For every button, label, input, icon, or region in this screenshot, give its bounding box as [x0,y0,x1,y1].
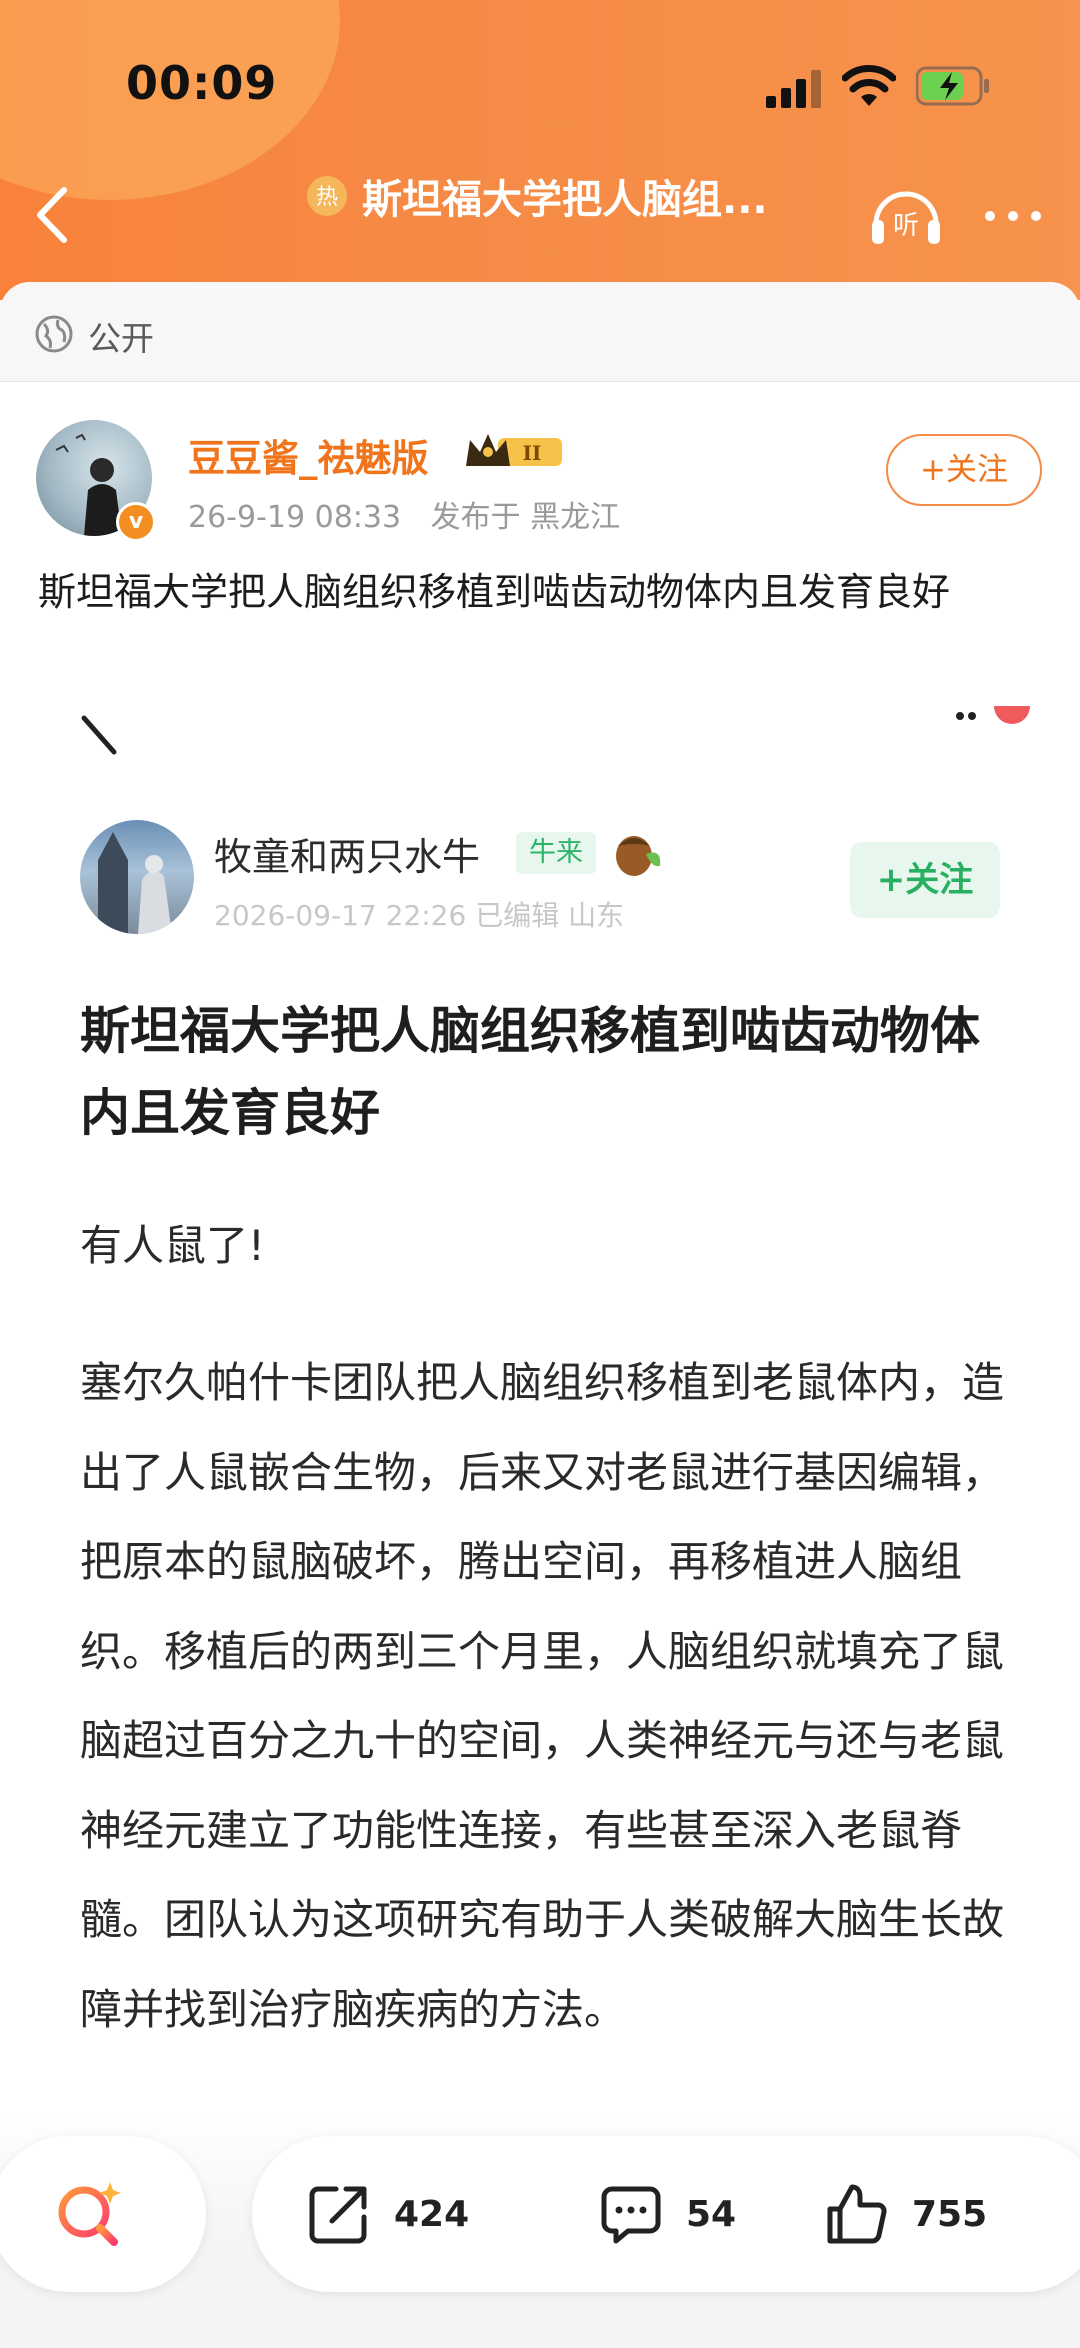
cropped-back-icon [81,715,117,755]
like-count: 755 [912,2193,988,2235]
cropped-menu-icon [956,706,1030,724]
share-button[interactable]: 424 [306,2136,469,2292]
search-button[interactable] [0,2136,206,2292]
embedded-author-name: 牧童和两只水牛 [214,835,481,879]
listen-headphone-icon[interactable]: 听 [868,180,944,248]
hot-topic-icon: 热 [307,176,347,216]
comment-count: 54 [686,2193,737,2235]
post-location: 发布于 黑龙江 [430,500,621,535]
statue-image [98,832,172,934]
verified-badge-icon: v [116,502,156,542]
comment-icon [601,2186,661,2244]
status-time: 00:09 [126,56,278,110]
visibility-label: 公开 [88,319,154,358]
post-date: 26-9-19 08:33 [188,500,402,535]
crown-level-icon: II [466,434,562,466]
cellular-signal-icon [766,70,821,108]
embedded-title: 斯坦福大学把人脑组织移植到啮齿动物体内且发育良好 [80,1002,980,1142]
header: 00:09 热 斯坦福大学把人脑组... 听 [0,0,1080,300]
nav-title: 热 斯坦福大学把人脑组... [306,166,826,226]
embedded-paragraph-1: 有人鼠了! [80,1221,265,1270]
hazelnut-icon [616,836,661,876]
wifi-icon [842,65,896,106]
more-options-icon[interactable] [982,196,1044,236]
share-count: 424 [394,2193,470,2235]
post-meta: 26-9-19 08:33 发布于 黑龙江 [188,492,620,536]
battery-icon [916,66,989,106]
globe-icon [35,315,73,353]
embedded-screenshot[interactable]: 牧童和两只水牛 牛来 2026-09-17 22:26 已编辑 山东 +关注 斯… [30,698,1050,2338]
nav-title-text: 斯坦福大学把人脑组... [362,177,768,223]
back-button[interactable] [28,182,78,248]
post-title: 斯坦福大学把人脑组织移植到啮齿动物体内且发育良好 [38,570,951,614]
share-icon [309,2186,367,2244]
page: 00:09 热 斯坦福大学把人脑组... 听 公开 v 豆豆酱_祛魅版 II 2… [0,0,1080,2348]
visibility-row: 公开 [0,282,1080,382]
embedded-badge: 牛来 [516,832,596,874]
embedded-follow-button: +关注 [850,842,1000,918]
crown-level-text: II [523,441,542,465]
follow-button[interactable]: +关注 [886,434,1042,506]
action-bar: 424 54 755 [252,2136,1080,2292]
comment-action[interactable]: 54 [598,2136,736,2292]
author-name[interactable]: 豆豆酱_祛魅版 [188,428,429,482]
embedded-paragraph-2: 塞尔久帕什卡团队把人脑组织移植到老鼠体内，造出了人鼠嵌合生物，后来又对老鼠进行基… [80,1358,1005,2034]
embedded-meta: 2026-09-17 22:26 已编辑 山东 [214,899,625,932]
svg-text:听: 听 [893,211,919,241]
svg-text:热: 热 [316,185,338,210]
search-icon [58,2182,121,2246]
like-button[interactable]: 755 [824,2136,987,2292]
embedded-author-avatar [80,820,194,934]
thumbs-up-icon [827,2184,887,2244]
